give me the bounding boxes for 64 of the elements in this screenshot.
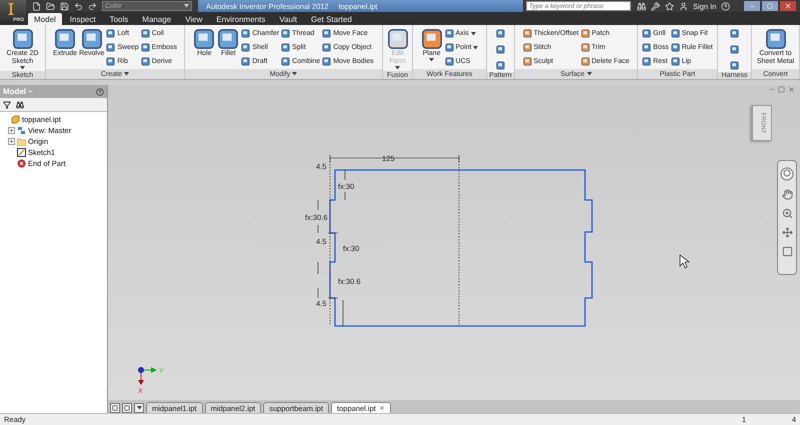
tool-icon [12, 28, 34, 50]
ribbon-tab[interactable]: Vault [273, 13, 303, 25]
axis-triad-drawing [138, 367, 157, 385]
ribbon-tab[interactable]: View [179, 13, 208, 25]
expand-icon[interactable] [8, 127, 15, 134]
tool-button[interactable] [496, 43, 505, 56]
tool-icon [193, 28, 216, 50]
redo-icon[interactable] [88, 2, 97, 10]
tool-icon [386, 28, 408, 50]
ribbon-tab[interactable]: Model [28, 13, 62, 25]
restore-icon[interactable] [778, 86, 785, 93]
caret-icon [136, 406, 142, 410]
open-icon[interactable] [46, 2, 55, 10]
tool-icon [80, 28, 103, 50]
close-icon[interactable] [378, 405, 385, 411]
user-icon[interactable] [679, 2, 688, 10]
list-button[interactable] [134, 403, 144, 413]
maximize-icon [767, 3, 773, 9]
expand-icon[interactable] [8, 138, 15, 145]
caret-icon [429, 58, 434, 62]
maximize-button[interactable] [762, 1, 778, 11]
help-icon[interactable] [96, 88, 104, 96]
tool-button[interactable] [730, 43, 739, 56]
tool-icon [54, 28, 76, 50]
error-icon [17, 159, 26, 168]
ribbon-tab[interactable]: Tools [104, 13, 134, 25]
tile-button[interactable] [122, 403, 132, 413]
ribbon-tab[interactable]: Inspect [64, 13, 102, 25]
caret-icon [470, 32, 476, 36]
caret-icon [473, 46, 478, 50]
ribbon-tab[interactable]: Manage [136, 13, 178, 25]
close-icon [784, 2, 792, 10]
ribbon-tab[interactable]: Environments [210, 13, 272, 25]
tool-icon [420, 28, 443, 50]
cascade-button[interactable] [110, 403, 120, 413]
view-icon [17, 126, 26, 135]
part-icon [11, 115, 20, 124]
chevron-down-icon [27, 88, 34, 95]
zoom-icon[interactable] [782, 208, 792, 219]
save-icon[interactable] [60, 2, 69, 10]
caret-icon [586, 72, 592, 76]
filter-icon[interactable] [3, 100, 11, 108]
caret-icon [184, 4, 189, 8]
cursor-icon [680, 254, 690, 268]
logo-icon [6, 2, 16, 16]
binoculars-icon[interactable] [637, 2, 646, 10]
folder-icon [17, 138, 26, 146]
tool-icon [764, 28, 786, 50]
tool-icon [217, 28, 240, 50]
undo-icon[interactable] [74, 2, 83, 10]
star-icon[interactable] [665, 2, 674, 10]
ribbon-tab[interactable]: Get Started [304, 13, 358, 25]
tool-button[interactable] [730, 59, 739, 72]
pan-icon[interactable] [782, 189, 792, 200]
wrench-icon[interactable] [651, 2, 660, 10]
caret-icon [124, 72, 129, 76]
binoculars-icon[interactable] [16, 100, 24, 108]
sketch-icon [17, 148, 26, 157]
tool-button[interactable] [496, 59, 505, 72]
new-icon[interactable] [32, 2, 41, 10]
close-button[interactable] [780, 1, 796, 11]
caret-icon [292, 72, 298, 76]
tool-button[interactable] [496, 27, 505, 40]
tool-button[interactable] [730, 27, 739, 40]
